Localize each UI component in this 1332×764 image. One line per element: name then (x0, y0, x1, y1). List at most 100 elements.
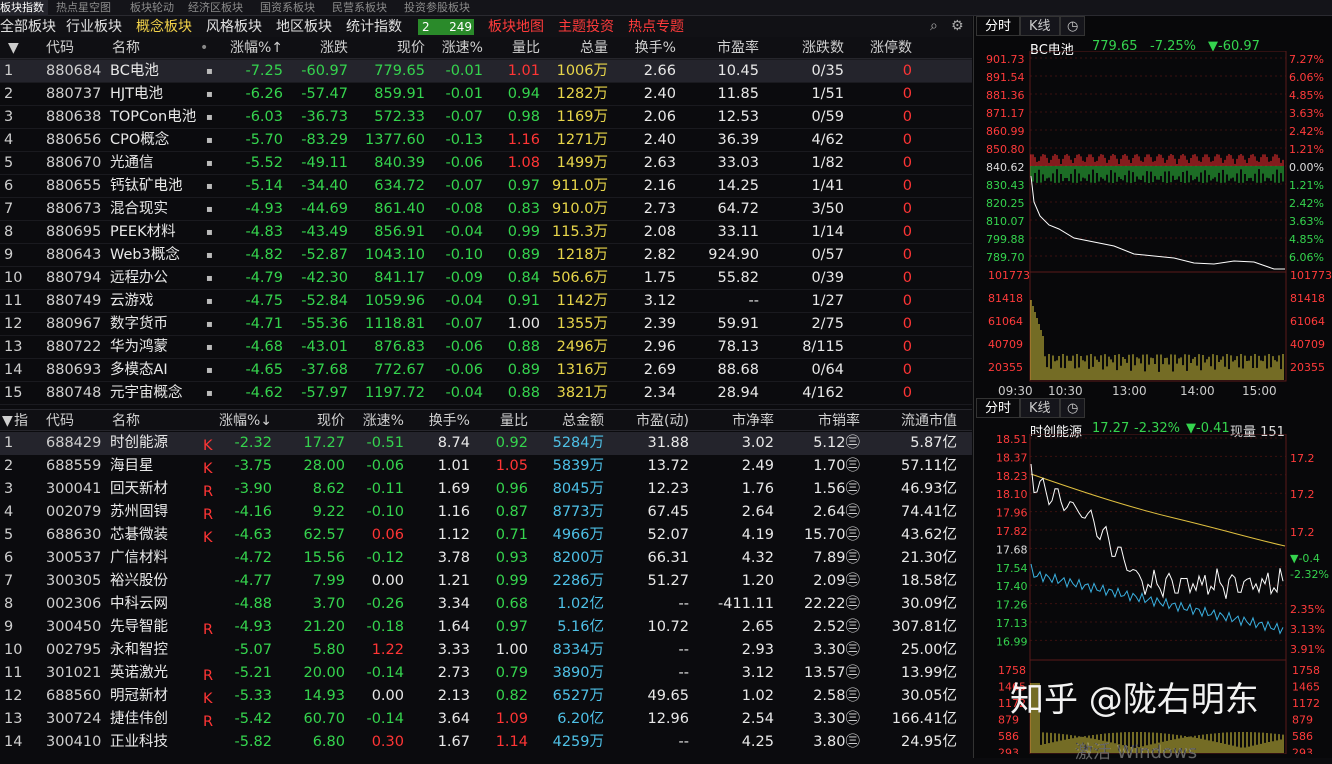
col-change-pct[interactable]: 涨幅%↑ (230, 37, 283, 59)
tab-private[interactable]: 民营系板块 (332, 0, 387, 16)
stock-row[interactable]: 14 300410 正业科技 -5.82 6.80 0.30 1.67 1.14 4259万 --… (0, 731, 972, 754)
tab-sector-map[interactable]: 板块地图 (488, 16, 544, 39)
col-speed[interactable]: 涨速% (442, 37, 483, 59)
col-ps[interactable]: 市销率 (818, 410, 860, 432)
stock-row[interactable]: 1 688429 时创能源 -2.32 17.27 -0.51 8.74 0.92 5284万 3… (0, 432, 972, 455)
row-marker-icon: ▪ (206, 66, 213, 77)
count-badge[interactable]: 2 249 (418, 19, 474, 35)
col-change[interactable]: 涨跌 (320, 37, 348, 59)
sector-speed: -0.13 (445, 132, 483, 148)
tab-region[interactable]: 地区板块 (276, 16, 332, 39)
stock-row[interactable]: 9 300450 先导智能 -4.93 21.20 -0.18 1.64 0.97 5.16亿 1… (0, 616, 972, 639)
col-name[interactable]: 名称 (112, 37, 140, 59)
stock-cap: 21.30亿 (900, 550, 957, 566)
col-amount[interactable]: 总金额 (562, 410, 604, 432)
tab-concept[interactable]: 概念板块 (136, 16, 192, 39)
tab-timeshare[interactable]: 分时 (976, 16, 1021, 36)
sector-row[interactable]: ▪ 7 880673 混合现实 -4.93 -44.69 861.40 -0.08 0.83 91… (0, 198, 972, 221)
stock-row[interactable]: 12 688560 明冠新材 -5.33 14.93 0.00 2.13 0.82 6527万 4… (0, 685, 972, 708)
stock-price: 20.00 (303, 665, 345, 681)
tab-theme-invest[interactable]: 主题投资 (558, 16, 614, 39)
stock-row[interactable]: 7 300305 裕兴股份 -4.77 7.99 0.00 1.21 0.99 2286万 51.… (0, 570, 972, 593)
stock-row[interactable]: 8 002306 中科云网 -4.88 3.70 -0.26 3.34 0.68 1.02亿 --… (0, 593, 972, 616)
col-volume-ratio[interactable]: 量比 (500, 410, 528, 432)
col-code[interactable]: 代码 (46, 37, 74, 59)
tab-investment[interactable]: 投资参股板块 (404, 0, 470, 16)
sector-vr: 1.01 (507, 63, 540, 79)
sector-row[interactable]: ▪ 8 880695 PEEK材料 -4.83 -43.49 856.91 -0.04 0.99… (0, 221, 972, 244)
sector-row[interactable]: ▪ 12 880967 数字货币 -4.71 -55.36 1118.81 -0.07 1.00… (0, 313, 972, 336)
col-turnover[interactable]: 换手% (635, 37, 676, 59)
tab-stats-index[interactable]: 统计指数 (346, 16, 402, 39)
sector-row[interactable]: ▪ 14 880693 多模态AI -4.65 -37.68 772.67 -0.06 0.89… (0, 359, 972, 382)
col-pe-dyn[interactable]: 市盈(动) (636, 410, 689, 432)
stock-row[interactable]: 3 300041 回天新材 -3.90 8.62 -0.11 1.69 0.96 8045万 12… (0, 478, 972, 501)
collapse-icon[interactable]: ▼ (8, 37, 19, 59)
tab-kline[interactable]: K线 (1020, 16, 1060, 36)
sector-chg: -4.68 (245, 339, 283, 355)
gear-icon[interactable]: ⚙ (951, 18, 964, 34)
tab-style[interactable]: 风格板块 (206, 16, 262, 39)
tab-sector-rotation[interactable]: 板块轮动 (130, 0, 174, 16)
sector-row[interactable]: ▪ 5 880670 光通信 -5.52 -49.11 840.39 -0.06 1.08 149… (0, 152, 972, 175)
sector-row[interactable]: ▪ 6 880655 钙钛矿电池 -5.14 -34.40 634.72 -0.07 0.97 9… (0, 175, 972, 198)
tab-state-owned[interactable]: 国资系板块 (260, 0, 315, 16)
col-updown[interactable]: 涨跌数 (802, 37, 844, 59)
tab-hot-starmap[interactable]: 热点星空图 (56, 0, 111, 16)
price-line (1030, 175, 1285, 270)
sector-row[interactable]: ▪ 2 880737 HJT电池 -6.26 -57.47 859.91 -0.01 0.94 1… (0, 83, 972, 106)
stock-row[interactable]: 13 300724 捷佳伟创 -5.42 60.70 -0.14 3.64 1.09 6.20亿… (0, 708, 972, 731)
stock-vr: 0.96 (495, 481, 528, 497)
search-icon[interactable]: ⌕ (930, 18, 938, 34)
sector-ud: 0/59 (811, 109, 844, 125)
col-name[interactable]: 名称 (112, 410, 140, 432)
stock-row[interactable]: 2 688559 海目星 -3.75 28.00 -0.06 1.01 1.05 5839万 13… (0, 455, 972, 478)
row-marker-icon: ▪ (206, 204, 213, 215)
col-price[interactable]: 现价 (397, 37, 425, 59)
tab-economic-zone[interactable]: 经济区板块 (188, 0, 243, 16)
sector-vr: 1.16 (507, 132, 540, 148)
history-icon-2[interactable]: ◷ (1060, 398, 1086, 418)
collapse-icon-2[interactable]: ▼ (2, 410, 13, 432)
sector-row[interactable]: ▪ 11 880749 云游戏 -4.75 -52.84 1059.96 -0.04 0.91 1… (0, 290, 972, 313)
col-speed[interactable]: 涨速% (363, 410, 404, 432)
row-marker-icon: ▪ (206, 112, 213, 123)
stock-row[interactable]: 5 688630 芯碁微装 -4.63 62.57 0.06 1.12 0.71 4966万 52… (0, 524, 972, 547)
volume-axis-label: 586 (1292, 730, 1313, 743)
col-pb[interactable]: 市净率 (732, 410, 774, 432)
sector-row[interactable]: ▪ 15 880748 元宇宙概念 -4.62 -57.97 1197.72 -0.04 0.8… (0, 382, 972, 405)
stock-row[interactable]: 4 002079 苏州固锝 -4.16 9.22 -0.10 1.16 0.87 8773万 67… (0, 501, 972, 524)
sector-pe: 11.85 (717, 86, 759, 102)
stock-row[interactable]: 10 002795 永和智控 -5.07 5.80 1.22 3.33 1.00 8334万 --… (0, 639, 972, 662)
sector-chg: -4.62 (245, 385, 283, 401)
stock-row[interactable]: 6 300537 广信材料 -4.72 15.56 -0.12 3.78 0.93 8200万 6… (0, 547, 972, 570)
col-turnover[interactable]: 换手% (429, 410, 470, 432)
sector-row[interactable]: ▪ 1 880684 BC电池 -7.25 -60.97 779.65 -0.01 1.01 10… (0, 60, 972, 83)
tab-kline-2[interactable]: K线 (1020, 398, 1060, 418)
history-icon[interactable]: ◷ (1060, 16, 1086, 36)
sector-row[interactable]: ▪ 3 880638 TOPCon电池 -6.03 -36.73 572.33 -0.07 0.… (0, 106, 972, 129)
col-price[interactable]: 现价 (317, 410, 345, 432)
stock-cap: 24.95亿 (900, 734, 957, 750)
col-volume[interactable]: 总量 (580, 37, 608, 59)
right-axis-label: 17.2 (1290, 526, 1315, 539)
stock-turn: 3.78 (437, 550, 470, 566)
tab-sector-index[interactable]: 板块指数 (0, 0, 48, 16)
col-limitup[interactable]: 涨停数 (870, 37, 912, 59)
col-code[interactable]: 代码 (46, 410, 74, 432)
stock-row[interactable]: 11 301021 英诺激光 -5.21 20.00 -0.14 2.73 0.79 3890万… (0, 662, 972, 685)
timeshare-chart-1[interactable]: 901.73 7.27% 891.54 6.06% 881.36 4.85% 871.17 3… (974, 51, 1332, 396)
col-pe[interactable]: 市盈率 (717, 37, 759, 59)
tab-industry[interactable]: 行业板块 (66, 16, 122, 39)
tab-hot-topic[interactable]: 热点专题 (628, 16, 684, 39)
col-float-cap[interactable]: 流通市值 (901, 410, 957, 432)
sector-row[interactable]: ▪ 13 880722 华为鸿蒙 -4.68 -43.01 876.83 -0.06 0.88 2… (0, 336, 972, 359)
col-volume-ratio[interactable]: 量比 (512, 37, 540, 59)
col-change-pct[interactable]: 涨幅%↓ (219, 410, 272, 432)
sector-row[interactable]: ▪ 10 880794 远程办公 -4.79 -42.30 841.17 -0.09 0.84 5… (0, 267, 972, 290)
tab-all-sectors[interactable]: 全部板块 (0, 16, 56, 39)
sector-row[interactable]: ▪ 4 880656 CPO概念 -5.70 -83.29 1377.60 -0.13 1.16… (0, 129, 972, 152)
tab-timeshare-2[interactable]: 分时 (976, 398, 1021, 418)
col-idx[interactable]: 指 (14, 410, 28, 432)
sector-row[interactable]: ▪ 9 880643 Web3概念 -4.82 -52.87 1043.10 -0.10 0.8… (0, 244, 972, 267)
